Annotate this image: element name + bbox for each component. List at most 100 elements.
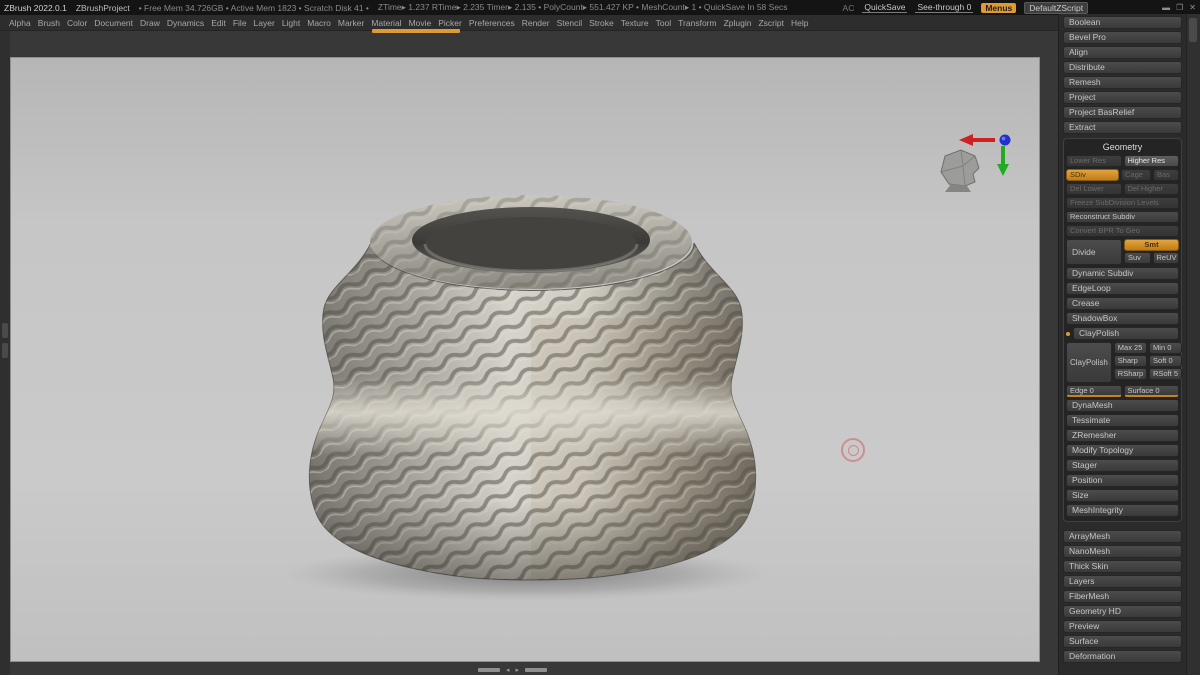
left-tray-handle[interactable] <box>2 323 8 338</box>
menu-item[interactable]: Stencil <box>557 18 583 28</box>
tool-panel-button[interactable]: Project <box>1063 91 1182 104</box>
geometry-section-button[interactable]: Size <box>1066 489 1179 502</box>
tool-subpalette-button[interactable]: ArrayMesh <box>1063 530 1182 543</box>
menu-item[interactable]: Alpha <box>9 18 31 28</box>
tool-subpalette-button[interactable]: NanoMesh <box>1063 545 1182 558</box>
left-tray <box>0 31 10 675</box>
menu-item[interactable]: Macro <box>307 18 331 28</box>
scroll-left-icon[interactable]: ◂ <box>506 666 510 674</box>
left-tray-handle[interactable] <box>2 343 8 358</box>
scroll-right-icon[interactable]: ▸ <box>516 666 520 674</box>
geometry-section-button[interactable]: Dynamic Subdiv <box>1066 267 1179 280</box>
claypolish-button[interactable]: ClayPolish <box>1066 342 1112 383</box>
quicksave-button[interactable]: QuickSave <box>862 2 908 13</box>
menu-item[interactable]: Zplugin <box>724 18 752 28</box>
convert-bpr-button[interactable]: Convert BPR To Geo <box>1066 225 1179 237</box>
tool-tray: Boolean Bevel Pro Align Distribute Remesh Pro… <box>1058 14 1186 675</box>
lower-res-button[interactable]: Lower Res <box>1066 155 1122 167</box>
menu-item[interactable]: Marker <box>338 18 364 28</box>
menu-item[interactable]: Dynamics <box>167 18 204 28</box>
tool-panel-button[interactable]: Boolean <box>1063 16 1182 29</box>
sculpt-model[interactable] <box>11 58 1041 663</box>
canvas-scrollbar[interactable]: ◂ ▸ <box>478 666 548 674</box>
claypolish-sharp-slider[interactable]: Sharp <box>1113 355 1148 367</box>
del-lower-button[interactable]: Del Lower <box>1066 183 1122 195</box>
menu-item[interactable]: Draw <box>140 18 160 28</box>
smt-toggle[interactable]: Smt <box>1124 239 1179 251</box>
scrollbar-track[interactable] <box>478 668 500 672</box>
sdiv-slider[interactable]: SDiv <box>1066 169 1119 181</box>
bas-button[interactable]: Bas <box>1153 169 1179 181</box>
tool-panel-button[interactable]: Align <box>1063 46 1182 59</box>
tool-subpalette-button[interactable]: Thick Skin <box>1063 560 1182 573</box>
tool-subpalette-button[interactable]: Preview <box>1063 620 1182 633</box>
menu-item[interactable]: Zscript <box>758 18 784 28</box>
minimize-icon[interactable]: ▬ <box>1162 3 1170 12</box>
geometry-section-button[interactable]: Stager <box>1066 459 1179 472</box>
menu-item[interactable]: Light <box>282 18 300 28</box>
menu-item[interactable]: Picker <box>438 18 462 28</box>
menu-item[interactable]: Help <box>791 18 808 28</box>
tool-subpalette-button[interactable]: Deformation <box>1063 650 1182 663</box>
menu-item[interactable]: Brush <box>38 18 60 28</box>
geometry-section-button[interactable]: Modify Topology <box>1066 444 1179 457</box>
menu-item[interactable]: Color <box>67 18 87 28</box>
menu-item[interactable]: File <box>233 18 247 28</box>
tool-subpalette-button[interactable]: Surface <box>1063 635 1182 648</box>
menu-item[interactable]: Tool <box>656 18 672 28</box>
see-through-slider[interactable]: See-through 0 <box>915 2 974 13</box>
geometry-section-button[interactable]: Tessimate <box>1066 414 1179 427</box>
geometry-section-button[interactable]: EdgeLoop <box>1066 282 1179 295</box>
claypolish-max-slider[interactable]: Max 25 <box>1113 342 1148 354</box>
close-icon[interactable]: ✕ <box>1189 3 1196 12</box>
higher-res-button[interactable]: Higher Res <box>1123 155 1179 167</box>
tool-subpalette-button[interactable]: FiberMesh <box>1063 590 1182 603</box>
tool-panel-button[interactable]: Extract <box>1063 121 1182 134</box>
claypolish-min-slider[interactable]: Min 0 <box>1149 342 1183 354</box>
menu-item[interactable]: Layer <box>254 18 275 28</box>
divide-button[interactable]: Divide <box>1066 239 1122 265</box>
default-zscript-button[interactable]: DefaultZScript <box>1024 1 1089 14</box>
menu-item[interactable]: Movie <box>409 18 432 28</box>
menu-item[interactable]: Edit <box>211 18 226 28</box>
geometry-section-button[interactable]: DynaMesh <box>1066 399 1179 412</box>
scrollbar-track[interactable] <box>525 668 548 672</box>
reuv-button[interactable]: ReUV <box>1152 252 1179 264</box>
restore-icon[interactable]: ❐ <box>1176 3 1183 12</box>
menu-item[interactable]: Document <box>94 18 133 28</box>
del-higher-button[interactable]: Del Higher <box>1123 183 1179 195</box>
geometry-section-button[interactable]: Crease <box>1066 297 1179 310</box>
menus-toggle-button[interactable]: Menus <box>981 2 1017 13</box>
right-tray-scrollbar[interactable] <box>1189 18 1197 42</box>
claypolish-rsoft-slider[interactable]: RSoft 5 <box>1149 368 1183 380</box>
claypolish-edge-slider[interactable]: Edge 0 <box>1066 385 1122 397</box>
tool-panel-button[interactable]: Distribute <box>1063 61 1182 74</box>
geometry-section-button[interactable]: MeshIntegrity <box>1066 504 1179 517</box>
menu-item[interactable]: Material <box>371 18 401 28</box>
camera-orientation-gizmo[interactable] <box>931 128 1021 192</box>
tool-subpalette-button[interactable]: Layers <box>1063 575 1182 588</box>
suv-toggle[interactable]: Suv <box>1124 252 1151 264</box>
document-canvas[interactable] <box>10 57 1040 662</box>
geometry-section-button[interactable]: ShadowBox <box>1066 312 1179 325</box>
tool-subpalette-button[interactable]: Geometry HD <box>1063 605 1182 618</box>
claypolish-section-button[interactable]: ClayPolish <box>1073 327 1179 340</box>
tool-panel-button[interactable]: Bevel Pro <box>1063 31 1182 44</box>
reconstruct-subdiv-button[interactable]: Reconstruct Subdiv <box>1066 211 1179 223</box>
claypolish-surface-slider[interactable]: Surface 0 <box>1123 385 1179 397</box>
tool-panel-button[interactable]: Project BasRelief <box>1063 106 1182 119</box>
tool-panel-button[interactable]: Remesh <box>1063 76 1182 89</box>
claypolish-rsharp-slider[interactable]: RSharp <box>1113 368 1148 380</box>
menu-item[interactable]: Render <box>522 18 550 28</box>
menu-item[interactable]: Stroke <box>589 18 614 28</box>
geometry-header[interactable]: Geometry <box>1066 141 1179 153</box>
freeze-subdivision-button[interactable]: Freeze SubDivision Levels <box>1066 197 1179 209</box>
geometry-section-button[interactable]: ZRemesher <box>1066 429 1179 442</box>
cage-button[interactable]: Cage <box>1121 169 1151 181</box>
menu-item[interactable]: Preferences <box>469 18 515 28</box>
menu-item[interactable]: Transform <box>678 18 716 28</box>
geometry-section-button[interactable]: Position <box>1066 474 1179 487</box>
geometry-subpalette: Geometry Lower Res Higher Res SDiv Cage … <box>1063 138 1183 522</box>
claypolish-soft-slider[interactable]: Soft 0 <box>1149 355 1183 367</box>
menu-item[interactable]: Texture <box>621 18 649 28</box>
